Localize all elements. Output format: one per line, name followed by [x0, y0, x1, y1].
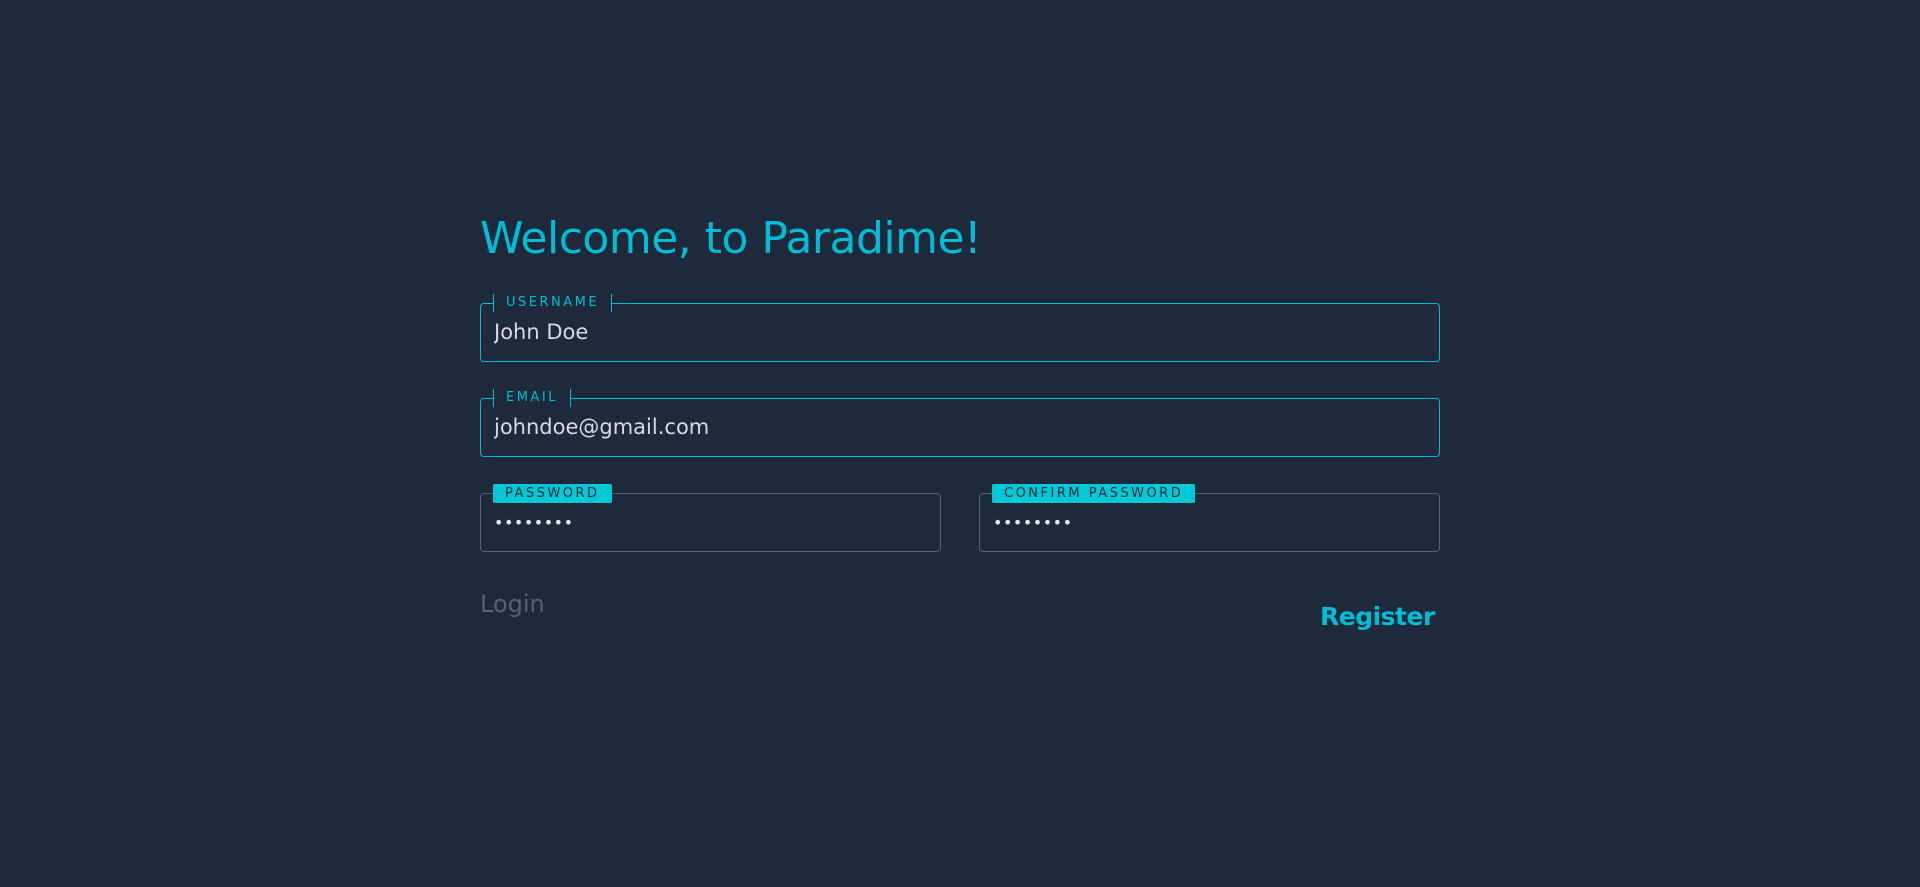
email-input[interactable]: johndoe@gmail.com: [494, 399, 1426, 456]
username-field[interactable]: USERNAME John Doe: [480, 294, 1440, 362]
register-button[interactable]: Register: [1320, 600, 1435, 634]
registration-form: Welcome, to Paradime! USERNAME John Doe …: [480, 205, 1440, 631]
password-field[interactable]: PASSWORD ••••••••: [480, 484, 941, 552]
password-input[interactable]: ••••••••: [494, 494, 927, 551]
confirm-password-input[interactable]: ••••••••: [993, 494, 1426, 551]
login-link[interactable]: Login: [480, 590, 545, 618]
username-input[interactable]: John Doe: [494, 304, 1426, 361]
email-field[interactable]: EMAIL johndoe@gmail.com: [480, 389, 1440, 457]
confirm-password-field[interactable]: CONFIRM PASSWORD ••••••••: [979, 484, 1440, 552]
page-title: Welcome, to Paradime!: [480, 213, 982, 264]
